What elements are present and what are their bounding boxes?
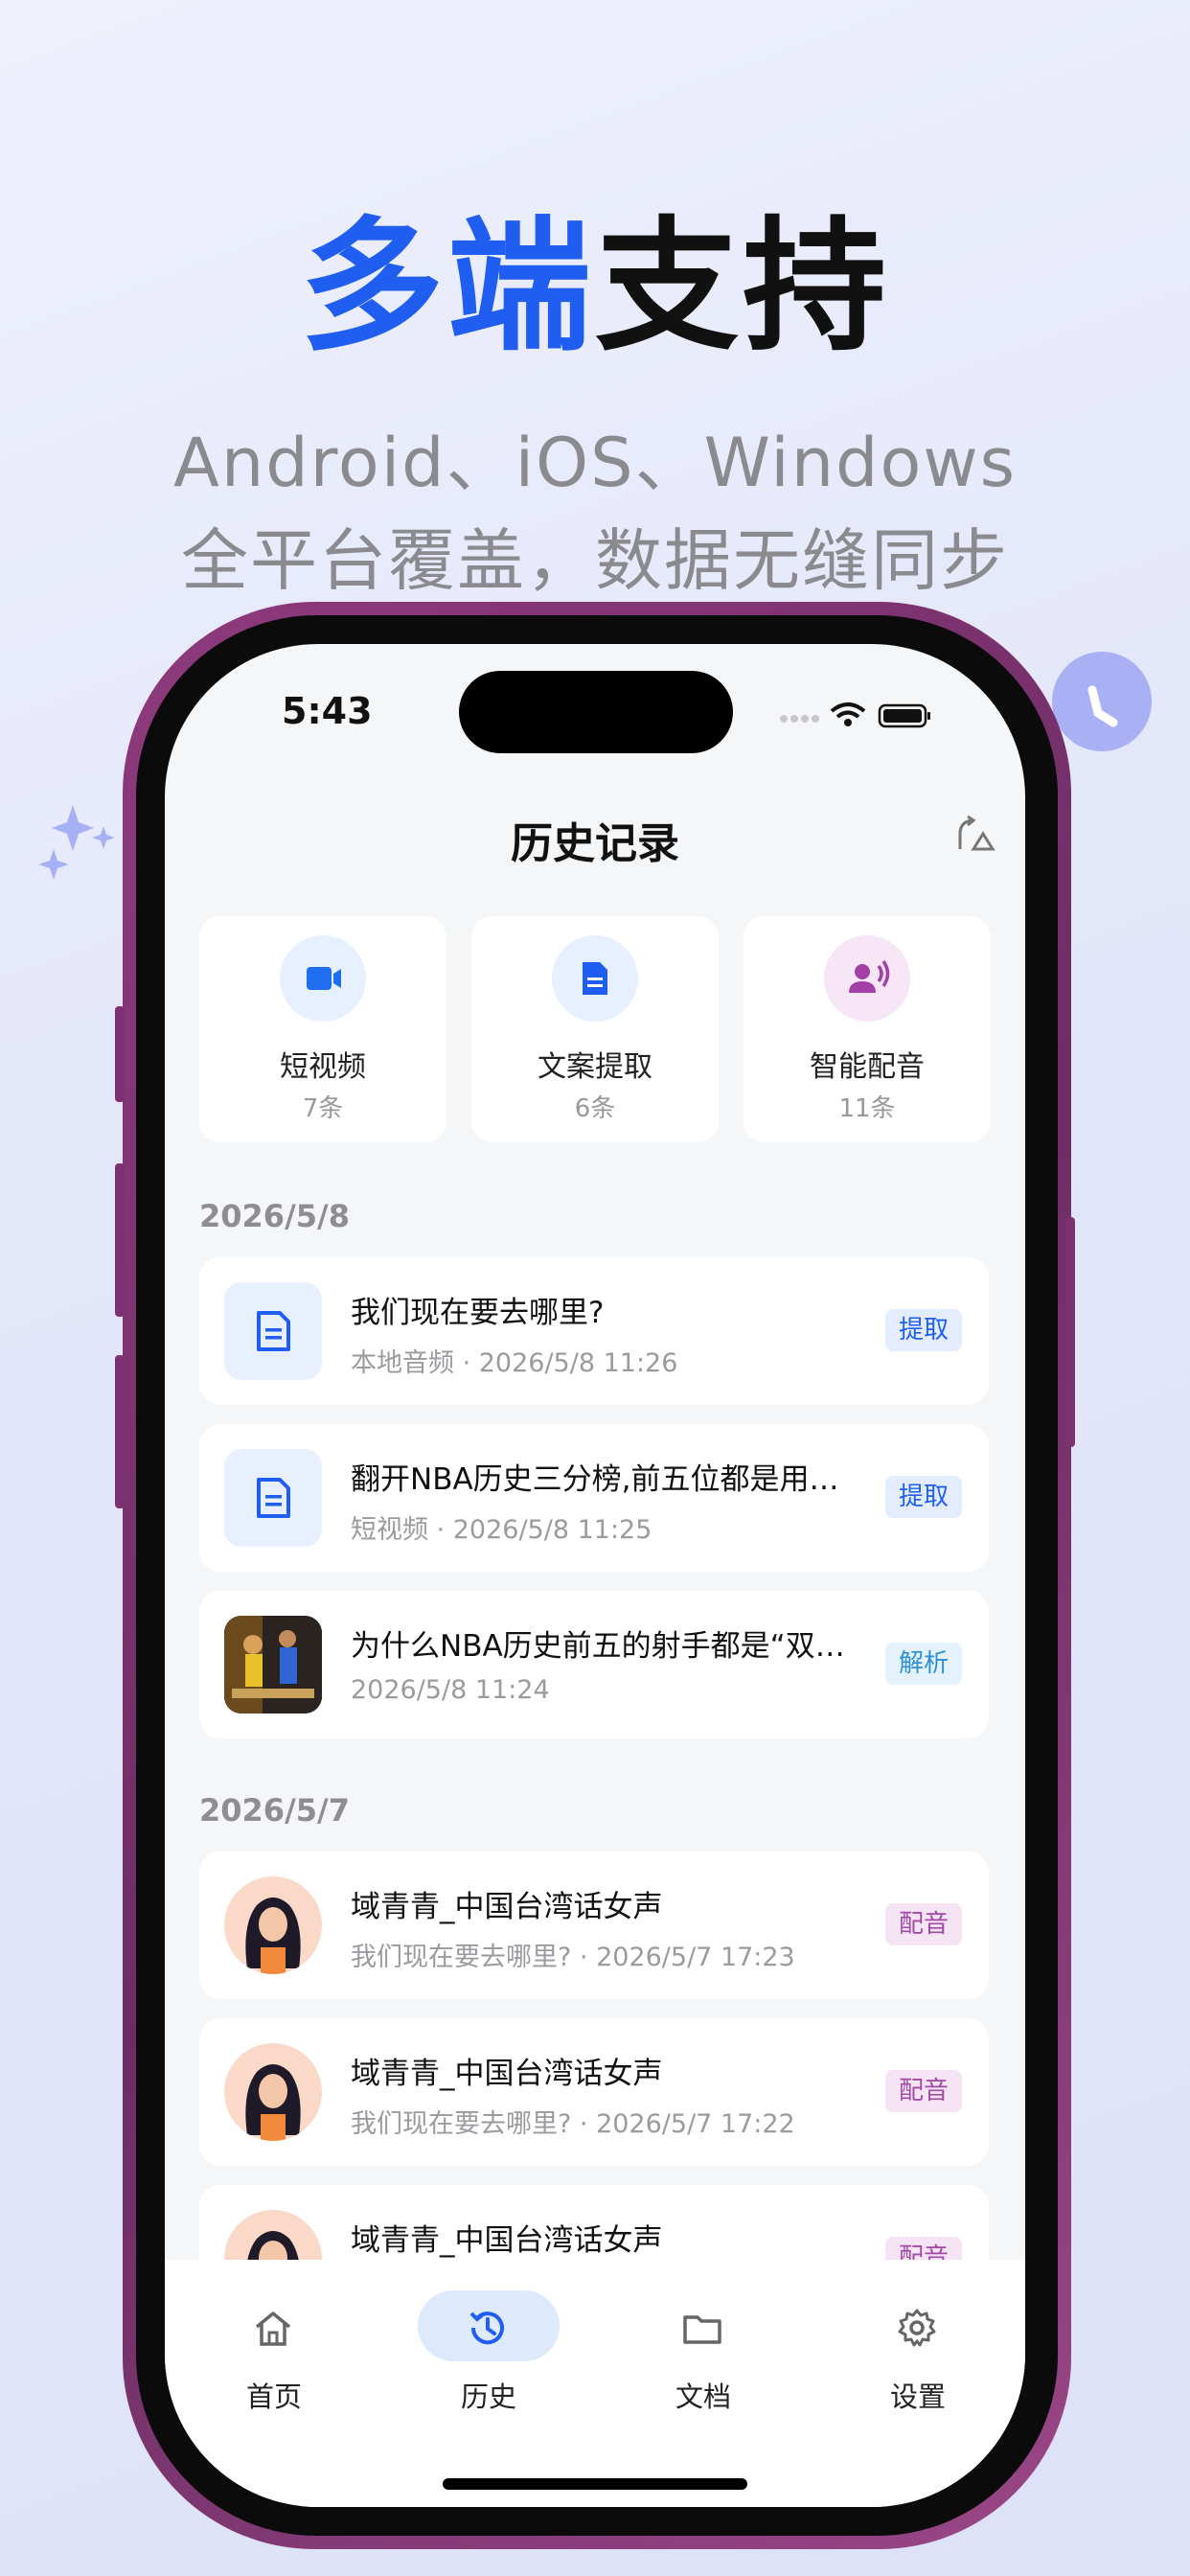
item-title: 翻开NBA历史三分榜,前五位都是用…: [351, 1462, 839, 1497]
item-meta: 我们现在要去哪里? · 2026/5/7 17:23: [351, 1943, 795, 1972]
tab-label: 文档: [675, 2380, 731, 2413]
phone-volume-down-button: [115, 1355, 125, 1508]
tab-history[interactable]: 历史: [395, 2290, 567, 2413]
hero-subtitle-line2: 全平台覆盖，数据无缝同步: [181, 521, 1009, 600]
item-title: 域青青_中国台湾话女声: [351, 2223, 663, 2258]
date-header: 2026/5/8: [199, 1198, 350, 1234]
sync-icon[interactable]: [952, 813, 996, 857]
item-meta: 我们现在要去哪里? · 2026/5/7 17:22: [351, 2109, 795, 2139]
hero-title-accent: 多端: [299, 204, 595, 371]
category-label: 短视频: [280, 1050, 366, 1084]
type-badge: 提取: [884, 1309, 962, 1351]
signal-dots-icon: [780, 715, 819, 723]
avatar: [224, 2043, 322, 2141]
home-indicator[interactable]: [443, 2478, 747, 2490]
document-icon: [224, 1282, 322, 1380]
status-time: 5:43: [282, 690, 373, 732]
video-cover-thumbnail: [224, 1616, 322, 1714]
category-count: 7条: [302, 1094, 344, 1123]
wifi-icon: [830, 702, 866, 726]
category-count: 6条: [574, 1094, 616, 1123]
document-icon: [552, 935, 638, 1022]
item-meta: 短视频 · 2026/5/8 11:25: [351, 1515, 652, 1545]
item-title: 域青青_中国台湾话女声: [351, 1890, 663, 1924]
tab-settings[interactable]: 设置: [824, 2290, 996, 2413]
item-title: 为什么NBA历史前五的射手都是“双…: [351, 1629, 845, 1664]
hero-title-main: 支持: [595, 204, 891, 371]
category-count: 11条: [838, 1094, 896, 1123]
phone-volume-up-button: [115, 1163, 125, 1317]
phone-power-button: [1065, 1217, 1075, 1447]
sparkle-icon: [38, 805, 115, 880]
document-icon: [224, 1449, 322, 1547]
folder-icon: [683, 2315, 721, 2344]
category-label: 智能配音: [810, 1050, 925, 1084]
type-badge: 配音: [884, 1903, 962, 1945]
history-icon: [469, 2312, 504, 2345]
item-meta: 2026/5/8 11:24: [351, 1675, 550, 1705]
video-camera-icon: [280, 935, 366, 1022]
type-badge: 提取: [884, 1476, 962, 1518]
item-meta: 本地音频 · 2026/5/8 11:26: [351, 1348, 678, 1378]
tab-home[interactable]: 首页: [180, 2290, 353, 2413]
tab-label: 历史: [460, 2380, 516, 2413]
phone-mute-button: [115, 1006, 125, 1102]
history-item[interactable]: 域青青_中国台湾话女声 我们现在要去哪里? · 2026/5/7 17:23 配…: [199, 1852, 989, 1999]
category-short-video[interactable]: 短视频 7条: [199, 916, 446, 1142]
home-icon: [255, 2312, 291, 2346]
voice-user-icon: [824, 935, 910, 1022]
clock-icon: [1052, 652, 1152, 751]
gear-icon: [898, 2309, 936, 2347]
category-smart-dubbing[interactable]: 智能配音 11条: [744, 916, 991, 1142]
tab-bar: 首页 历史 文档 设置: [165, 2260, 1025, 2507]
history-item[interactable]: 为什么NBA历史前五的射手都是“双… 2026/5/8 11:24 解析: [199, 1591, 989, 1738]
page-title: 历史记录: [511, 819, 679, 868]
hero-title: 多端支持: [0, 201, 1190, 374]
status-bar: 5:43: [165, 644, 1025, 769]
tab-documents[interactable]: 文档: [609, 2290, 782, 2413]
avatar: [224, 1876, 322, 1974]
tab-label: 设置: [889, 2380, 946, 2413]
history-item[interactable]: 翻开NBA历史三分榜,前五位都是用… 短视频 · 2026/5/8 11:25 …: [199, 1424, 989, 1572]
status-icons: [780, 702, 930, 728]
type-badge: 配音: [884, 2070, 962, 2112]
type-badge: 解析: [884, 1643, 962, 1685]
phone-screen: 5:43 历史记录 短视频 7条 文案提取 6条 智能配音 11条 2026/5…: [165, 644, 1025, 2507]
battery-icon: [878, 703, 930, 728]
item-title: 域青青_中国台湾话女声: [351, 2057, 663, 2091]
category-copy-extract[interactable]: 文案提取 6条: [471, 916, 719, 1142]
tab-label: 首页: [245, 2380, 302, 2413]
date-header: 2026/5/7: [199, 1792, 350, 1828]
hero-subtitle-line1: Android、iOS、Windows: [172, 424, 1018, 502]
history-item[interactable]: 域青青_中国台湾话女声 我们现在要去哪里? · 2026/5/7 17:22 配…: [199, 2018, 989, 2166]
history-item[interactable]: 我们现在要去哪里? 本地音频 · 2026/5/8 11:26 提取: [199, 1257, 989, 1405]
dynamic-island: [459, 671, 733, 753]
item-title: 我们现在要去哪里?: [351, 1296, 605, 1330]
category-label: 文案提取: [538, 1050, 652, 1084]
